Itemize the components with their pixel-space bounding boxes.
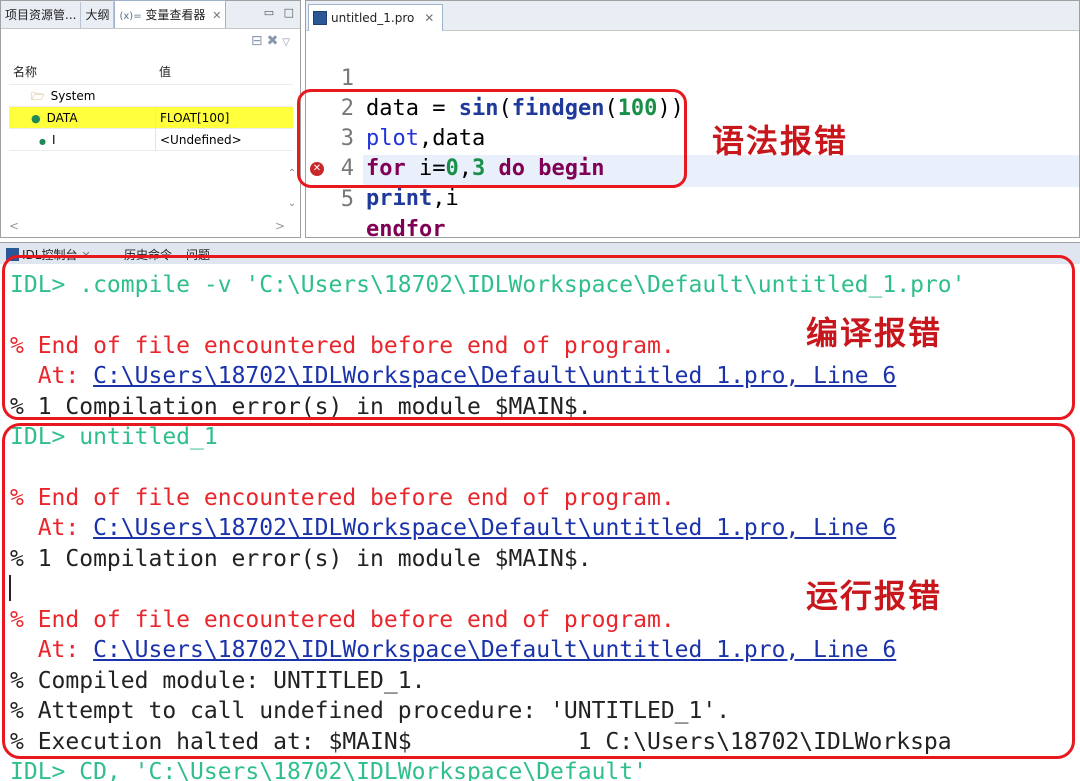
code-line[interactable]: 1 data = sin(findgen(100)) [306,34,1079,121]
dot-icon: ● [39,137,46,146]
table-row[interactable]: 🗁 System [9,85,293,107]
code-text: endfor [366,217,446,238]
tab-label: untitled_1.pro [331,11,415,25]
view-menu-icon[interactable]: ▽ [282,37,294,48]
editor-tabbar: untitled_1.pro ✕ [306,1,1079,31]
variable-icon: ● [31,112,41,125]
variable-toolbar: ⊟✖▽ [251,33,294,49]
scroll-right-icon[interactable]: > [275,219,285,233]
tab-variable-watcher[interactable]: (x)= 变量查看器 ✕ [114,0,227,28]
tab-untitled-1[interactable]: untitled_1.pro ✕ [308,4,444,31]
row-value: FLOAT[100] [155,107,293,129]
table-row[interactable]: ● I <Undefined> [9,129,293,151]
row-value: <Undefined> [155,129,293,151]
scroll-left-icon[interactable]: < [9,219,19,233]
collapse-all-icon[interactable]: ⊟ [251,33,267,49]
row-name: System [50,89,96,103]
folder-icon: 🗁 [31,90,45,103]
column-header-value[interactable]: 值 [155,59,293,85]
variable-watcher-panel: 项目资源管... 大纲 (x)= 变量查看器 ✕ ▭ □ ⊟✖▽ 名称 值 🗁 S… [0,0,301,238]
horizontal-scrollbar[interactable]: < > [9,219,289,233]
tab-label: 变量查看器 [145,8,206,22]
row-name-cell: ● DATA [13,107,149,130]
console-line: IDL> CD, 'C:\Users\18702\IDLWorkspace\De… [10,759,647,781]
row-name-cell: ● I [13,129,149,153]
left-tabbar: 项目资源管... 大纲 (x)= 变量查看器 ✕ [1,0,300,29]
variable-table: 名称 值 🗁 System ● DATA FLOAT[100] ● I <Undefi… [9,59,293,151]
tab-label: 大纲 [85,8,110,22]
line-number: 5 [340,187,354,212]
syntax-error-highlight-box [297,89,687,188]
table-row-selected[interactable]: ● DATA FLOAT[100] [9,107,293,129]
runtime-error-annotation: 运行报错 [806,577,943,615]
syntax-error-annotation: 语法报错 [712,122,849,160]
row-name-cell: 🗁 System [13,85,149,108]
compile-error-annotation: 编译报错 [806,314,943,352]
scroll-track [286,182,298,196]
column-header-name[interactable]: 名称 [13,59,149,85]
window-controls[interactable]: ▭ □ [264,6,297,19]
tab-outline[interactable]: 大纲 [81,2,115,28]
close-icon[interactable]: ✕ [424,11,434,25]
row-name: I [51,133,56,147]
scroll-down-icon[interactable]: ⌄ [286,196,298,212]
tab-label: 项目资源管... [5,8,77,22]
variable-icon: (x)= [119,11,142,22]
table-header: 名称 值 [9,59,293,85]
remove-icon[interactable]: ✖ [267,33,283,49]
row-name: DATA [46,111,78,125]
pro-file-icon [313,11,327,25]
tab-project-explorer[interactable]: 项目资源管... [1,2,82,28]
close-icon[interactable]: ✕ [212,9,221,22]
